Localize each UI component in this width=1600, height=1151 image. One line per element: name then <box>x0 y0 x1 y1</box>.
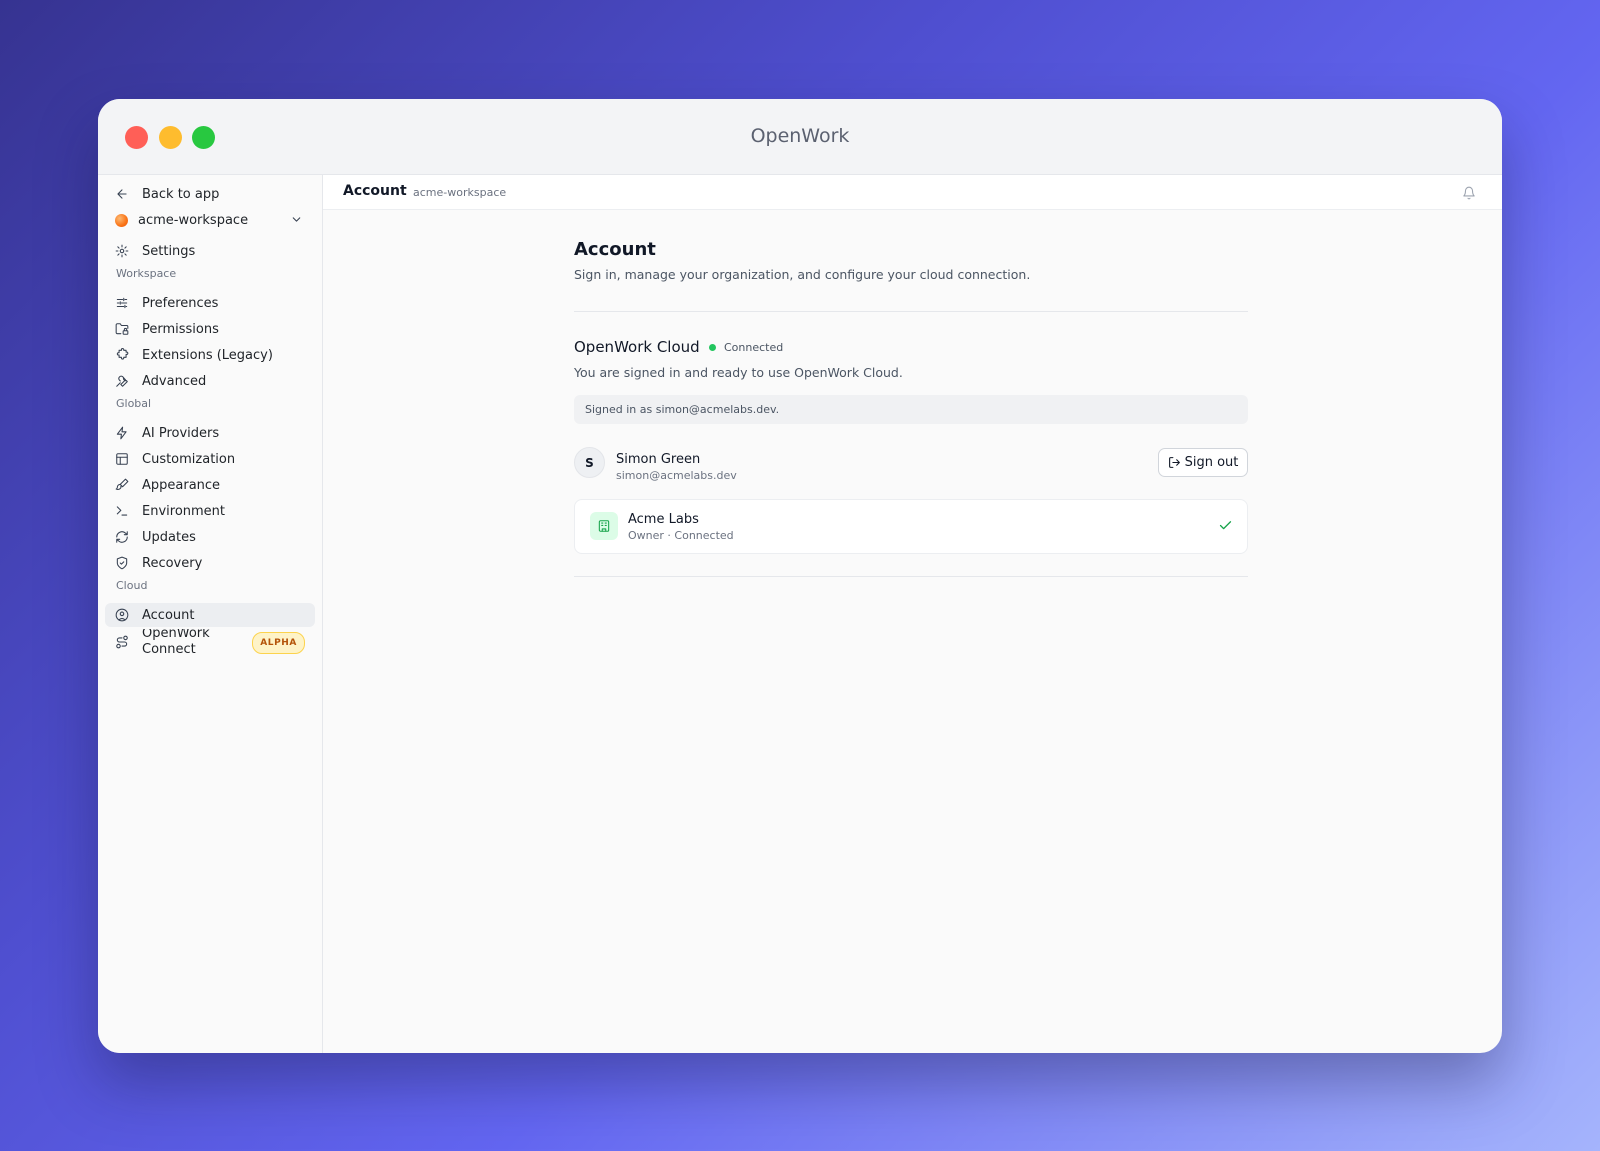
sidebar-item-recovery[interactable]: Recovery <box>105 551 315 575</box>
section-label-cloud: Cloud <box>116 579 148 592</box>
arrow-left-icon <box>114 186 130 202</box>
bell-icon[interactable] <box>1462 185 1476 204</box>
sidebar-item-advanced[interactable]: Advanced <box>105 369 315 393</box>
topbar-title: Account <box>343 183 407 199</box>
sidebar-item-updates[interactable]: Updates <box>105 525 315 549</box>
sidebar-item-label: Account <box>142 607 195 623</box>
wrench-icon <box>114 373 130 389</box>
refresh-icon <box>114 529 130 545</box>
cloud-section-title: OpenWork Cloud <box>574 338 700 356</box>
page-title: Account <box>574 239 656 260</box>
section-label-workspace: Workspace <box>116 267 177 280</box>
sign-out-button[interactable]: Sign out <box>1158 448 1248 477</box>
zap-icon <box>114 425 130 441</box>
back-to-app-label: Back to app <box>142 186 220 202</box>
organization-meta: Owner · Connected <box>628 529 734 542</box>
shield-icon <box>114 555 130 571</box>
sidebar-item-label: Extensions (Legacy) <box>142 347 273 363</box>
sliders-icon <box>114 295 130 311</box>
status-badge: Connected <box>709 341 783 354</box>
sidebar-item-label: OpenWork Connect <box>142 629 210 655</box>
back-to-app-link[interactable]: Back to app <box>105 182 315 206</box>
sidebar-item-settings[interactable]: Settings <box>105 239 315 263</box>
avatar: S <box>574 447 605 478</box>
title-bar: OpenWork <box>98 99 1502 175</box>
app-window: OpenWork Back to app acme-workspace Sett… <box>98 99 1502 1053</box>
terminal-icon <box>114 503 130 519</box>
sidebar-item-label: Environment <box>142 503 226 519</box>
sidebar: Back to app acme-workspace Settings Work… <box>98 175 323 1053</box>
workspace-switcher[interactable]: acme-workspace <box>105 208 315 232</box>
alpha-badge: ALPHA <box>252 632 305 654</box>
status-dot <box>709 344 716 351</box>
sidebar-item-customization[interactable]: Customization <box>105 447 315 471</box>
sidebar-item-label: Preferences <box>142 295 219 311</box>
chevron-down-icon <box>290 213 303 230</box>
sidebar-item-account[interactable]: Account <box>105 603 315 627</box>
sidebar-item-label: Customization <box>142 451 236 467</box>
sidebar-item-extensions[interactable]: Extensions (Legacy) <box>105 343 315 367</box>
route-icon <box>114 634 130 650</box>
sidebar-item-label: Updates <box>142 529 196 545</box>
sidebar-item-openwork-connect[interactable]: OpenWork Connect ALPHA <box>105 629 315 655</box>
page-description: Sign in, manage your organization, and c… <box>574 267 1031 282</box>
workspace-avatar <box>115 213 128 227</box>
top-bar: Account acme-workspace <box>323 175 1502 210</box>
building-icon <box>590 512 618 540</box>
topbar-workspace: acme-workspace <box>413 186 507 199</box>
log-out-icon <box>1168 457 1180 468</box>
sidebar-item-permissions[interactable]: Permissions <box>105 317 315 341</box>
window-title: OpenWork <box>750 125 850 147</box>
sidebar-item-label: Appearance <box>142 477 221 493</box>
sidebar-item-ai-providers[interactable]: AI Providers <box>105 421 315 445</box>
sign-out-label: Sign out <box>1184 455 1239 470</box>
check-icon <box>1218 518 1233 537</box>
divider <box>574 311 1248 312</box>
sidebar-item-label: Advanced <box>142 373 207 389</box>
paintbrush-icon <box>114 477 130 493</box>
sidebar-item-appearance[interactable]: Appearance <box>105 473 315 497</box>
cloud-description: You are signed in and ready to use OpenW… <box>574 365 903 380</box>
folder-lock-icon <box>114 321 130 337</box>
sidebar-item-label: Permissions <box>142 321 219 337</box>
user-name: Simon Green <box>616 452 701 467</box>
user-email: simon@acmelabs.dev <box>616 469 737 482</box>
section-label-global: Global <box>116 397 152 410</box>
main-panel: Account acme-workspace Account Sign in, … <box>323 175 1502 1053</box>
sidebar-item-label: Settings <box>142 243 196 259</box>
organization-name: Acme Labs <box>628 512 699 527</box>
organization-card[interactable]: Acme Labs Owner · Connected <box>574 499 1248 554</box>
sidebar-item-label: Recovery <box>142 555 203 571</box>
divider <box>574 576 1248 577</box>
layout-icon <box>114 451 130 467</box>
sidebar-item-label: AI Providers <box>142 425 220 441</box>
sidebar-item-environment[interactable]: Environment <box>105 499 315 523</box>
sidebar-item-preferences[interactable]: Preferences <box>105 291 315 315</box>
puzzle-icon <box>114 347 130 363</box>
status-label: Connected <box>724 341 784 354</box>
workspace-name: acme-workspace <box>138 212 249 228</box>
gear-icon <box>114 243 130 259</box>
user-circle-icon <box>114 607 130 623</box>
signed-in-notice: Signed in as simon@acmelabs.dev. <box>574 395 1248 424</box>
